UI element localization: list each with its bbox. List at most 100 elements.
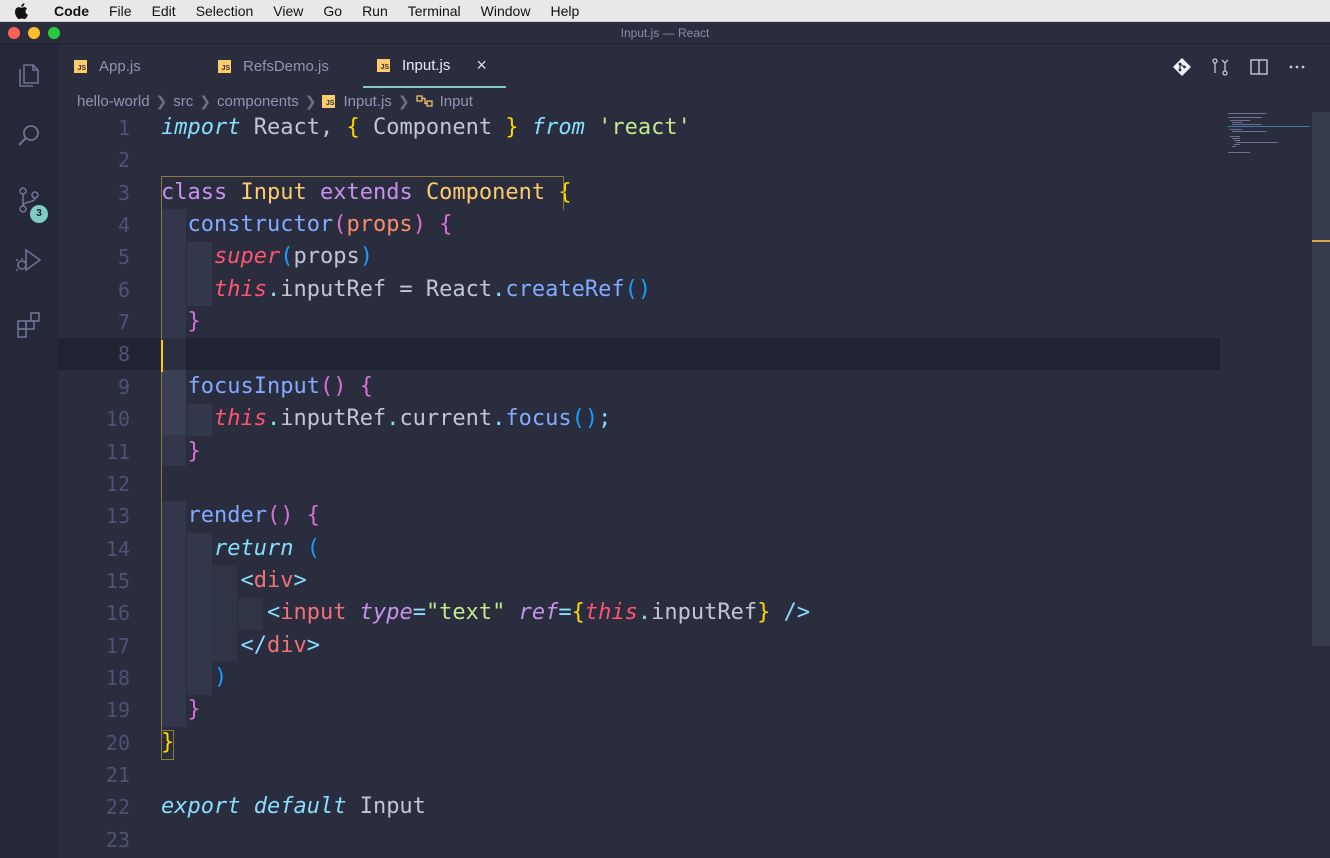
code-token: props (293, 244, 360, 269)
code-line[interactable]: 23 (58, 824, 1220, 856)
code-token: . (492, 406, 506, 431)
code-token: createRef (505, 277, 625, 302)
more-actions-button[interactable] (1286, 56, 1308, 78)
menu-help[interactable]: Help (540, 0, 589, 22)
menu-edit[interactable]: Edit (142, 0, 186, 22)
extensions-button[interactable] (0, 294, 58, 354)
vertical-scrollbar[interactable] (1312, 112, 1330, 646)
breadcrumb-file[interactable]: Input.js (343, 93, 391, 110)
code-token: ( (306, 536, 320, 561)
menu-selection[interactable]: Selection (186, 0, 264, 22)
code-line[interactable]: 9 focusInput() { (58, 371, 1220, 403)
code-line[interactable]: 10 this.inputRef.current.focus(); (58, 403, 1220, 435)
menu-go[interactable]: Go (313, 0, 352, 22)
tab-refsdemo-js[interactable]: JS RefsDemo.js (218, 44, 329, 88)
code-editor[interactable]: 1 import React, { Component } from 'react… (58, 112, 1330, 858)
code-token: < (266, 600, 281, 625)
code-token: div (266, 633, 307, 658)
code-token: () (571, 406, 599, 431)
code-line[interactable]: 7 } (58, 306, 1220, 338)
code-token: from (531, 115, 585, 140)
menu-app-name[interactable]: Code (42, 0, 99, 22)
menu-file[interactable]: File (99, 0, 142, 22)
tab-label: App.js (99, 57, 141, 75)
minimap[interactable] (1228, 112, 1312, 162)
explorer-button[interactable] (0, 44, 58, 104)
code-token: import (161, 115, 241, 140)
line-number: 6 (117, 278, 130, 302)
line-number: 15 (105, 569, 130, 593)
code-line[interactable]: 4 constructor(props) { (58, 209, 1220, 241)
run-debug-button[interactable] (0, 230, 58, 290)
line-number: 14 (105, 537, 130, 561)
code-line[interactable]: 22 export default Input (58, 791, 1220, 823)
split-editor-icon (1250, 59, 1268, 75)
code-line[interactable]: 19 } (58, 694, 1220, 726)
breadcrumb-folder-src[interactable]: src (173, 93, 193, 110)
tab-app-js[interactable]: JS App.js (74, 44, 141, 88)
code-token: focus (505, 406, 572, 431)
bracket-scope-line (161, 209, 162, 743)
code-line[interactable]: 18 ) (58, 662, 1220, 694)
menu-window[interactable]: Window (471, 0, 541, 22)
code-token: input (280, 600, 347, 625)
search-button[interactable] (0, 106, 58, 166)
line-number: 22 (105, 795, 130, 819)
code-line[interactable]: 14 return ( (58, 533, 1220, 565)
menu-run[interactable]: Run (352, 0, 398, 22)
breadcrumb-symbol[interactable]: Input (440, 93, 473, 110)
breadcrumb-folder-components[interactable]: components (217, 93, 299, 110)
code-line[interactable]: 1 import React, { Component } from 'react… (58, 112, 1220, 144)
run-debug-icon (15, 248, 42, 272)
code-token: . (266, 406, 281, 431)
code-token: ; (598, 406, 612, 431)
breadcrumb-folder-hello-world[interactable]: hello-world (77, 93, 150, 110)
chevron-right-icon: ❯ (304, 92, 317, 109)
line-number: 18 (105, 666, 130, 690)
code-token: . (492, 277, 506, 302)
git-action-button[interactable] (1171, 56, 1193, 78)
code-line[interactable]: 11 } (58, 436, 1220, 468)
menu-terminal[interactable]: Terminal (398, 0, 471, 22)
code-line[interactable]: 21 (58, 759, 1220, 791)
code-token: React, (240, 115, 347, 140)
code-token: this (584, 600, 638, 625)
code-token: props (346, 212, 413, 237)
code-token: default (253, 794, 347, 819)
code-line[interactable]: 6 this.inputRef = React.createRef() (58, 274, 1220, 306)
close-tab-icon[interactable]: × (476, 55, 487, 76)
compare-changes-icon (1212, 58, 1229, 76)
code-token: () (266, 503, 294, 528)
code-token: ) (213, 665, 228, 690)
macos-menubar: Code File Edit Selection View Go Run Ter… (0, 0, 1330, 22)
code-token: </ (240, 633, 267, 658)
code-line[interactable]: 2 (58, 144, 1220, 176)
tab-input-js[interactable]: JS Input.js × (363, 44, 506, 88)
code-line[interactable]: 13 render() { (58, 500, 1220, 532)
code-token: { (306, 503, 320, 528)
code-line[interactable]: 12 (58, 468, 1220, 500)
window-title: Input.js — React (620, 26, 710, 40)
code-line[interactable]: 8 (58, 338, 1220, 370)
code-line[interactable]: 20} (58, 727, 1220, 759)
files-icon (19, 64, 39, 87)
apple-icon[interactable] (0, 2, 42, 19)
source-control-button[interactable]: 3 (0, 170, 58, 230)
git-icon (1173, 58, 1191, 76)
code-token: } (187, 309, 201, 334)
split-editor-button[interactable] (1248, 56, 1270, 78)
code-line[interactable]: 5 super(props) (58, 241, 1220, 273)
indent-guide (187, 404, 212, 436)
code-token: div (253, 568, 294, 593)
line-number: 4 (117, 213, 130, 237)
open-changes-button[interactable] (1209, 56, 1231, 78)
bracket-match-end (161, 730, 174, 760)
tab-label: RefsDemo.js (243, 57, 329, 75)
menu-view[interactable]: View (263, 0, 313, 22)
code-token: } (187, 439, 201, 464)
code-token: { (439, 212, 453, 237)
